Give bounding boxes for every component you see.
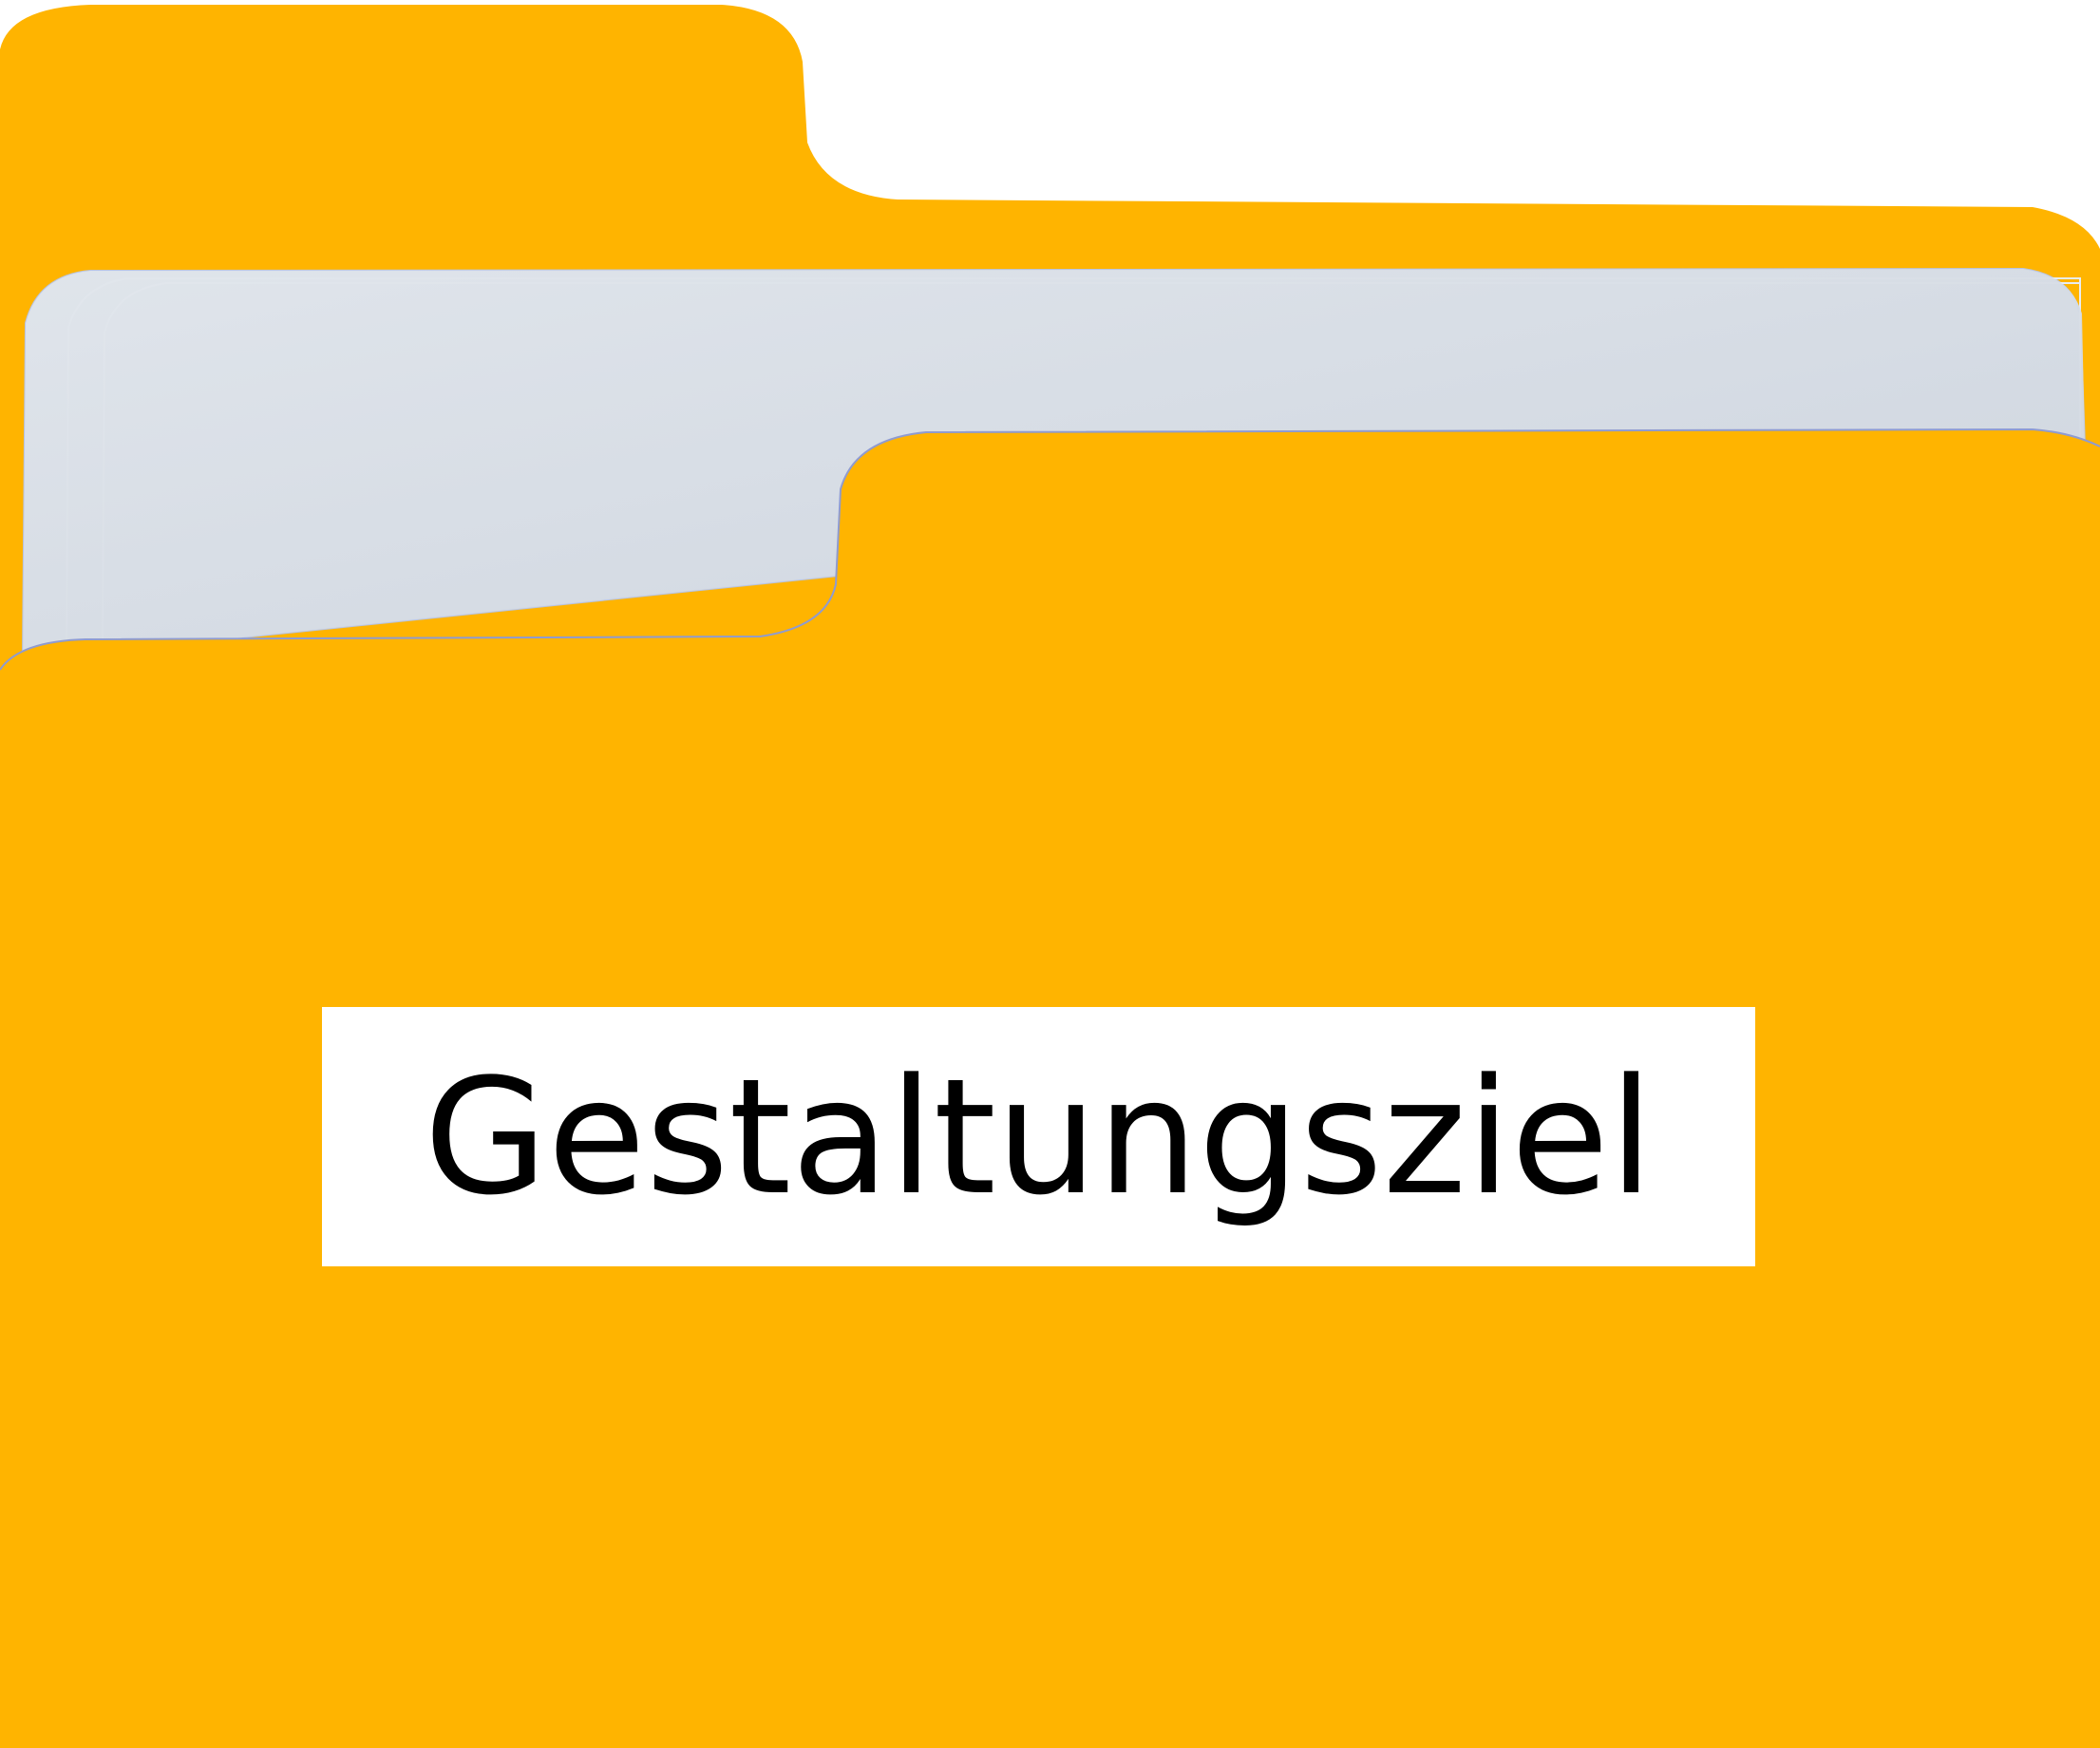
folder-label-text: Gestaltungsziel bbox=[424, 1043, 1654, 1230]
folder-label: Gestaltungsziel bbox=[322, 1007, 1755, 1266]
folder-icon bbox=[0, 5, 2100, 1748]
folder-illustration: Gestaltungsziel bbox=[0, 0, 2100, 1748]
